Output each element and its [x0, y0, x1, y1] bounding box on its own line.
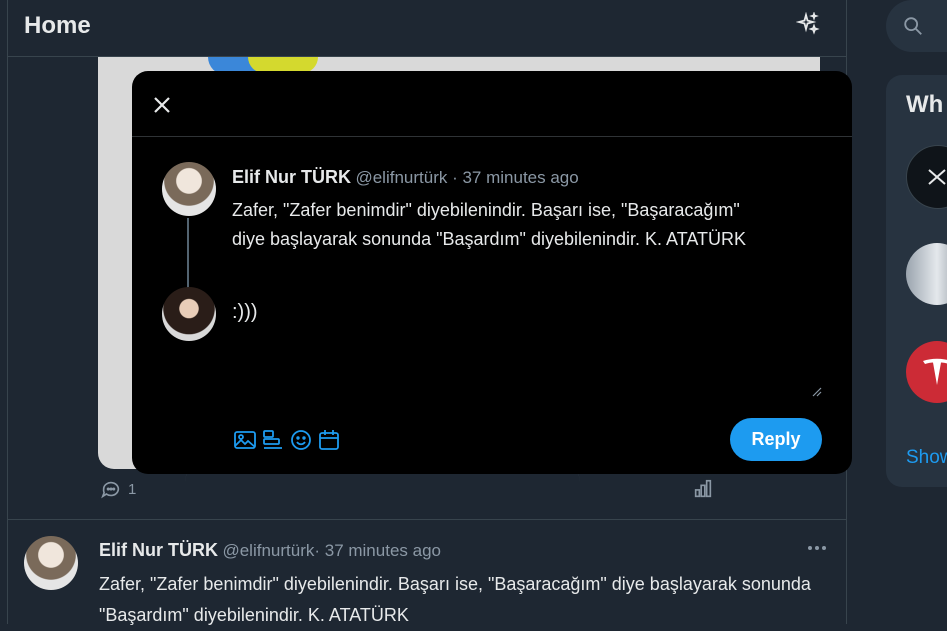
x-logo-icon: [928, 169, 946, 185]
analytics-action[interactable]: [692, 478, 714, 500]
tweet-text: Zafer, "Zafer benimdir" diyebilenindir. …: [99, 574, 811, 625]
compose-toolbar: [232, 427, 342, 453]
reply-textarea[interactable]: :))): [232, 301, 258, 324]
emoji-icon[interactable]: [288, 427, 314, 453]
schedule-icon[interactable]: [316, 427, 342, 453]
search-icon: [904, 17, 922, 35]
author-handle[interactable]: @elifnurtürk· 37 minutes ago: [222, 541, 441, 560]
header: Home: [8, 0, 846, 57]
sparkle-icon[interactable]: [796, 12, 820, 36]
avatar[interactable]: [24, 536, 78, 590]
bar-chart-icon: [694, 479, 712, 498]
search-input[interactable]: [886, 0, 947, 52]
right-sidebar: Wh Show: [886, 0, 947, 624]
author-handle[interactable]: @elifnurtürk · 37 minutes ago: [355, 168, 578, 187]
resize-handle-icon[interactable]: [810, 385, 822, 397]
more-icon[interactable]: [806, 542, 828, 554]
show-more-link[interactable]: Show: [906, 447, 947, 469]
poll-icon[interactable]: [260, 427, 286, 453]
reply-button[interactable]: Reply: [730, 418, 822, 461]
thread-line: [187, 218, 189, 288]
author-name[interactable]: Elif Nur TÜRK: [99, 540, 218, 560]
close-icon[interactable]: [150, 93, 174, 117]
original-tweet-line: diye başlayarak sonunda "Başardım" diyeb…: [232, 229, 747, 249]
image-icon[interactable]: [232, 427, 258, 453]
reply-action[interactable]: 1: [100, 478, 136, 500]
avatar[interactable]: [162, 162, 216, 216]
comment-icon: [101, 481, 120, 499]
tweet[interactable]: Elif Nur TÜRK @elifnurtürk· 37 minutes a…: [8, 520, 846, 625]
tesla-logo-icon: [923, 358, 947, 385]
modal-header: [132, 71, 852, 137]
original-tweet-line: Zafer, "Zafer benimdir" diyebilenindir. …: [232, 200, 740, 220]
who-to-follow-card: Wh Show: [886, 75, 947, 487]
avatar[interactable]: [906, 341, 947, 403]
reply-count: 1: [128, 480, 137, 498]
reply-modal: Elif Nur TÜRK @elifnurtürk · 37 minutes …: [132, 71, 852, 474]
author-name[interactable]: Elif Nur TÜRK: [232, 167, 351, 187]
card-heading: Wh: [906, 91, 944, 118]
page-title: Home: [24, 12, 91, 39]
avatar[interactable]: [906, 243, 947, 305]
avatar[interactable]: [906, 145, 947, 209]
user-avatar[interactable]: [162, 287, 216, 341]
